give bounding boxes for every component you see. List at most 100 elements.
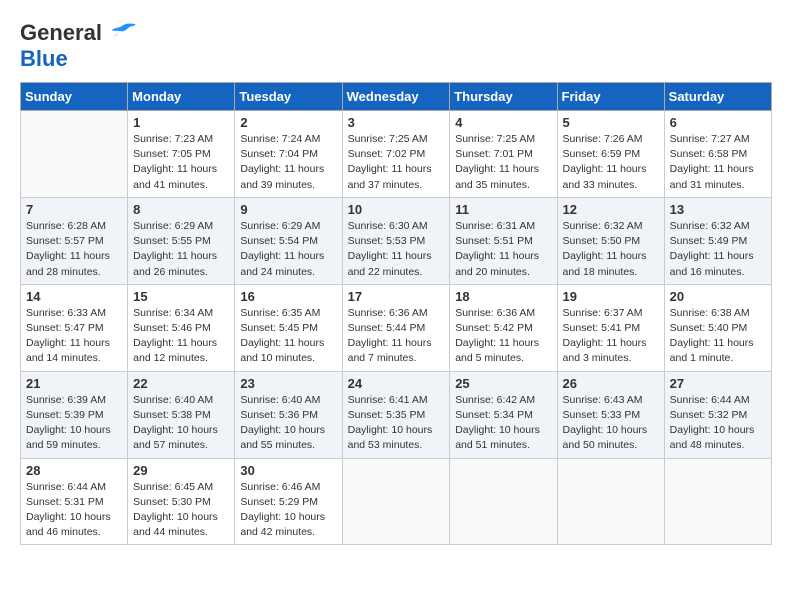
day-number: 8: [133, 202, 229, 217]
day-number: 22: [133, 376, 229, 391]
day-info: Sunrise: 6:34 AM Sunset: 5:46 PM Dayligh…: [133, 306, 229, 367]
day-number: 11: [455, 202, 551, 217]
day-info: Sunrise: 6:40 AM Sunset: 5:36 PM Dayligh…: [240, 393, 336, 454]
calendar-week-row: 1 Sunrise: 7:23 AM Sunset: 7:05 PM Daylig…: [21, 111, 772, 198]
day-number: 2: [240, 115, 336, 130]
day-number: 4: [455, 115, 551, 130]
calendar-cell: 22 Sunrise: 6:40 AM Sunset: 5:38 PM Dayli…: [128, 371, 235, 458]
day-info: Sunrise: 7:27 AM Sunset: 6:58 PM Dayligh…: [670, 132, 766, 193]
calendar-cell: 3 Sunrise: 7:25 AM Sunset: 7:02 PM Daylig…: [342, 111, 450, 198]
day-number: 13: [670, 202, 766, 217]
day-number: 1: [133, 115, 229, 130]
day-number: 14: [26, 289, 122, 304]
day-number: 25: [455, 376, 551, 391]
calendar-cell: 28 Sunrise: 6:44 AM Sunset: 5:31 PM Dayli…: [21, 458, 128, 545]
calendar-header-thursday: Thursday: [450, 83, 557, 111]
day-info: Sunrise: 6:29 AM Sunset: 5:55 PM Dayligh…: [133, 219, 229, 280]
calendar-week-row: 28 Sunrise: 6:44 AM Sunset: 5:31 PM Dayli…: [21, 458, 772, 545]
calendar-cell: 15 Sunrise: 6:34 AM Sunset: 5:46 PM Dayli…: [128, 284, 235, 371]
day-info: Sunrise: 6:28 AM Sunset: 5:57 PM Dayligh…: [26, 219, 122, 280]
calendar-header-saturday: Saturday: [664, 83, 771, 111]
day-info: Sunrise: 6:41 AM Sunset: 5:35 PM Dayligh…: [348, 393, 445, 454]
calendar-table: SundayMondayTuesdayWednesdayThursdayFrid…: [20, 82, 772, 545]
logo: General Blue: [20, 20, 138, 72]
day-info: Sunrise: 6:31 AM Sunset: 5:51 PM Dayligh…: [455, 219, 551, 280]
calendar-cell: 20 Sunrise: 6:38 AM Sunset: 5:40 PM Dayli…: [664, 284, 771, 371]
calendar-cell: 14Sunrise: 6:33 AM Sunset: 5:47 PM Dayli…: [21, 284, 128, 371]
day-number: 20: [670, 289, 766, 304]
calendar-week-row: 7Sunrise: 6:28 AM Sunset: 5:57 PM Daylig…: [21, 197, 772, 284]
day-number: 27: [670, 376, 766, 391]
day-info: Sunrise: 6:39 AM Sunset: 5:39 PM Dayligh…: [26, 393, 122, 454]
day-number: 17: [348, 289, 445, 304]
calendar-cell: 6 Sunrise: 7:27 AM Sunset: 6:58 PM Daylig…: [664, 111, 771, 198]
page-header: General Blue: [20, 20, 772, 72]
day-number: 29: [133, 463, 229, 478]
day-info: Sunrise: 6:42 AM Sunset: 5:34 PM Dayligh…: [455, 393, 551, 454]
day-info: Sunrise: 6:36 AM Sunset: 5:44 PM Dayligh…: [348, 306, 445, 367]
day-number: 19: [563, 289, 659, 304]
day-number: 10: [348, 202, 445, 217]
calendar-header-wednesday: Wednesday: [342, 83, 450, 111]
calendar-cell: [450, 458, 557, 545]
calendar-cell: 26 Sunrise: 6:43 AM Sunset: 5:33 PM Dayli…: [557, 371, 664, 458]
day-info: Sunrise: 7:24 AM Sunset: 7:04 PM Dayligh…: [240, 132, 336, 193]
calendar-cell: 29Sunrise: 6:45 AM Sunset: 5:30 PM Dayli…: [128, 458, 235, 545]
calendar-cell: 19Sunrise: 6:37 AM Sunset: 5:41 PM Dayli…: [557, 284, 664, 371]
day-number: 15: [133, 289, 229, 304]
calendar-cell: 1 Sunrise: 7:23 AM Sunset: 7:05 PM Daylig…: [128, 111, 235, 198]
calendar-cell: 16Sunrise: 6:35 AM Sunset: 5:45 PM Dayli…: [235, 284, 342, 371]
day-number: 30: [240, 463, 336, 478]
day-info: Sunrise: 6:30 AM Sunset: 5:53 PM Dayligh…: [348, 219, 445, 280]
day-info: Sunrise: 7:25 AM Sunset: 7:01 PM Dayligh…: [455, 132, 551, 193]
day-info: Sunrise: 6:44 AM Sunset: 5:31 PM Dayligh…: [26, 480, 122, 541]
day-number: 26: [563, 376, 659, 391]
calendar-cell: 12Sunrise: 6:32 AM Sunset: 5:50 PM Dayli…: [557, 197, 664, 284]
calendar-cell: 7Sunrise: 6:28 AM Sunset: 5:57 PM Daylig…: [21, 197, 128, 284]
logo-text: General: [20, 20, 102, 46]
day-info: Sunrise: 6:32 AM Sunset: 5:50 PM Dayligh…: [563, 219, 659, 280]
day-info: Sunrise: 7:25 AM Sunset: 7:02 PM Dayligh…: [348, 132, 445, 193]
day-number: 18: [455, 289, 551, 304]
day-number: 28: [26, 463, 122, 478]
day-info: Sunrise: 6:36 AM Sunset: 5:42 PM Dayligh…: [455, 306, 551, 367]
calendar-cell: [557, 458, 664, 545]
calendar-cell: 30 Sunrise: 6:46 AM Sunset: 5:29 PM Dayli…: [235, 458, 342, 545]
calendar-cell: 5 Sunrise: 7:26 AM Sunset: 6:59 PM Daylig…: [557, 111, 664, 198]
day-number: 23: [240, 376, 336, 391]
day-number: 9: [240, 202, 336, 217]
calendar-cell: 8 Sunrise: 6:29 AM Sunset: 5:55 PM Daylig…: [128, 197, 235, 284]
day-info: Sunrise: 6:38 AM Sunset: 5:40 PM Dayligh…: [670, 306, 766, 367]
calendar-cell: 17 Sunrise: 6:36 AM Sunset: 5:44 PM Dayli…: [342, 284, 450, 371]
day-info: Sunrise: 6:43 AM Sunset: 5:33 PM Dayligh…: [563, 393, 659, 454]
logo-bird-icon: [106, 22, 138, 44]
calendar-header-sunday: Sunday: [21, 83, 128, 111]
calendar-header-friday: Friday: [557, 83, 664, 111]
calendar-cell: 27 Sunrise: 6:44 AM Sunset: 5:32 PM Dayli…: [664, 371, 771, 458]
day-number: 21: [26, 376, 122, 391]
day-number: 3: [348, 115, 445, 130]
calendar-cell: [664, 458, 771, 545]
calendar-header-row: SundayMondayTuesdayWednesdayThursdayFrid…: [21, 83, 772, 111]
day-info: Sunrise: 6:32 AM Sunset: 5:49 PM Dayligh…: [670, 219, 766, 280]
calendar-cell: 25 Sunrise: 6:42 AM Sunset: 5:34 PM Dayli…: [450, 371, 557, 458]
day-info: Sunrise: 7:23 AM Sunset: 7:05 PM Dayligh…: [133, 132, 229, 193]
calendar-cell: 11 Sunrise: 6:31 AM Sunset: 5:51 PM Dayli…: [450, 197, 557, 284]
day-info: Sunrise: 6:44 AM Sunset: 5:32 PM Dayligh…: [670, 393, 766, 454]
day-info: Sunrise: 6:46 AM Sunset: 5:29 PM Dayligh…: [240, 480, 336, 541]
calendar-week-row: 21 Sunrise: 6:39 AM Sunset: 5:39 PM Dayli…: [21, 371, 772, 458]
calendar-cell: [342, 458, 450, 545]
day-info: Sunrise: 6:40 AM Sunset: 5:38 PM Dayligh…: [133, 393, 229, 454]
calendar-cell: 23 Sunrise: 6:40 AM Sunset: 5:36 PM Dayli…: [235, 371, 342, 458]
calendar-cell: 21 Sunrise: 6:39 AM Sunset: 5:39 PM Dayli…: [21, 371, 128, 458]
calendar-cell: 13 Sunrise: 6:32 AM Sunset: 5:49 PM Dayli…: [664, 197, 771, 284]
day-number: 24: [348, 376, 445, 391]
calendar-cell: 4 Sunrise: 7:25 AM Sunset: 7:01 PM Daylig…: [450, 111, 557, 198]
day-info: Sunrise: 7:26 AM Sunset: 6:59 PM Dayligh…: [563, 132, 659, 193]
day-number: 6: [670, 115, 766, 130]
day-info: Sunrise: 6:35 AM Sunset: 5:45 PM Dayligh…: [240, 306, 336, 367]
day-number: 5: [563, 115, 659, 130]
calendar-cell: 18 Sunrise: 6:36 AM Sunset: 5:42 PM Dayli…: [450, 284, 557, 371]
calendar-cell: 2 Sunrise: 7:24 AM Sunset: 7:04 PM Daylig…: [235, 111, 342, 198]
day-info: Sunrise: 6:29 AM Sunset: 5:54 PM Dayligh…: [240, 219, 336, 280]
